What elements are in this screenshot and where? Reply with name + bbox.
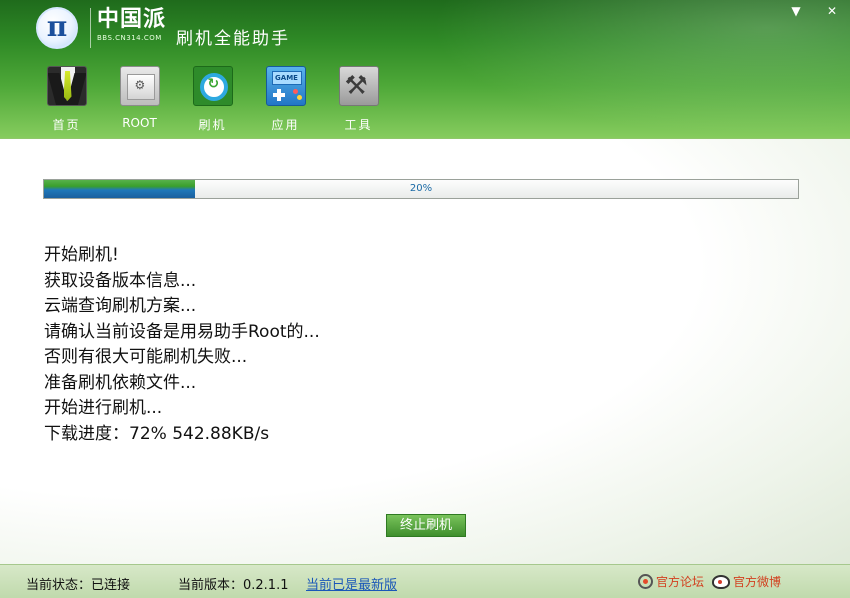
forum-link-label: 官方论坛: [656, 575, 705, 589]
progress-percent: 20%: [409, 183, 433, 194]
log-line: 开始进行刷机...: [44, 398, 163, 418]
connection-status: 当前状态：已连接: [26, 578, 131, 593]
app-title: 刷机全能助手: [176, 29, 290, 49]
header: π 中国派 BBS.CN314.COM 刷机全能助手 ▼ ✕ 首页 ⚙ ROOT: [0, 0, 850, 139]
log-line: 获取设备版本信息...: [44, 270, 197, 291]
minimize-button[interactable]: ▼: [788, 4, 804, 18]
close-button[interactable]: ✕: [824, 4, 840, 18]
toolbar-root[interactable]: ⚙ ROOT: [103, 66, 176, 133]
toolbar-apps[interactable]: GAME 应用: [249, 66, 322, 133]
latest-version-link[interactable]: 当前已是最新版: [306, 574, 397, 593]
root-icon: ⚙: [119, 66, 160, 106]
app-window: π 中国派 BBS.CN314.COM 刷机全能助手 ▼ ✕ 首页 ⚙ ROOT: [0, 0, 850, 598]
toolbar-flash-label: 刷机: [198, 118, 227, 132]
log-line: 否则有很大可能刷机失败...: [44, 347, 248, 367]
brand-url: BBS.CN314.COM: [97, 34, 162, 42]
forum-icon: [638, 574, 653, 589]
tools-icon: ⚒: [338, 66, 379, 106]
flash-log: 开始刷机! 获取设备版本信息... 云端查询刷机方案... 请确认当前设备是用易…: [44, 243, 320, 447]
logo-icon: π: [36, 7, 78, 49]
toolbar-apps-label: 应用: [271, 118, 300, 132]
toolbar-flash[interactable]: ↻ 刷机: [176, 66, 249, 133]
log-line: 开始刷机!: [44, 245, 119, 265]
toolbar-home[interactable]: 首页: [30, 66, 103, 133]
status-bar: 当前状态：已连接 当前版本：0.2.1.1 当前已是最新版 官方论坛 官方微博: [0, 564, 850, 598]
flash-progress-bar: 20%: [43, 179, 799, 199]
game-app-icon: GAME: [265, 66, 306, 106]
log-line: 云端查询刷机方案...: [44, 296, 197, 316]
log-line: 请确认当前设备是用易助手Root的...: [44, 321, 320, 342]
window-controls: ▼ ✕: [788, 4, 840, 18]
official-forum-link[interactable]: 官方论坛: [638, 573, 704, 590]
content-area: 20% 开始刷机! 获取设备版本信息... 云端查询刷机方案... 请确认当前设…: [0, 139, 850, 564]
toolbar-tools-label: 工具: [344, 118, 373, 132]
flash-icon: ↻: [192, 66, 233, 106]
home-suit-icon: [46, 66, 87, 106]
logo-glyph: π: [46, 10, 68, 43]
toolbar-tools[interactable]: ⚒ 工具: [322, 66, 395, 133]
stop-flash-button[interactable]: 终止刷机: [386, 514, 466, 537]
brand-name: 中国派: [97, 7, 167, 32]
official-weibo-link[interactable]: 官方微博: [712, 573, 781, 590]
log-line: 准备刷机依赖文件...: [44, 372, 197, 393]
weibo-icon: [712, 574, 730, 589]
toolbar-root-label: ROOT: [122, 116, 157, 130]
main-toolbar: 首页 ⚙ ROOT ↻ 刷机 GAME 应用 ⚒ 工具: [30, 66, 395, 133]
version-info: 当前版本：0.2.1.1: [178, 578, 289, 593]
brand: 中国派 BBS.CN314.COM: [90, 8, 166, 48]
toolbar-home-label: 首页: [52, 118, 81, 132]
log-line: 下载进度：72% 542.88KB/s: [44, 423, 270, 444]
weibo-link-label: 官方微博: [733, 575, 782, 589]
